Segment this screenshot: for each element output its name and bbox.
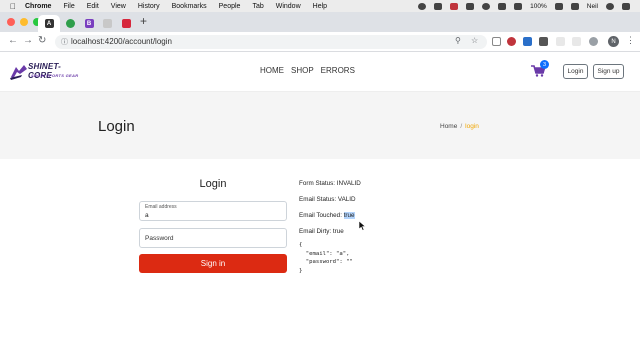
breadcrumb: Home / login [440,123,479,130]
record-icon[interactable] [450,2,459,10]
menu-bookmarks[interactable]: Bookmarks [172,3,207,10]
nav-home[interactable]: HOME [260,66,284,75]
adblock-extension-icon[interactable] [507,37,516,46]
shield-favicon-icon [121,19,131,28]
main-nav-links: HOME SHOP ERRORS [260,66,355,75]
zoom-search-icon[interactable]: ⚲ [455,36,461,45]
logo-tagline: SNOW SPORTS GEAR [31,73,79,78]
breadcrumb-current: login [465,123,479,130]
breadcrumb-home[interactable]: Home [440,123,457,130]
email-touched-row: Email Touched: true [299,212,355,219]
new-tab-icon[interactable]: + [140,14,147,28]
user-name[interactable]: Neil [587,3,598,10]
dropbox-icon[interactable] [434,2,443,10]
cart-count-badge: 3 [540,60,549,69]
breadcrumb-separator: / [460,123,463,130]
battery-icon[interactable] [554,2,563,10]
battery-percent: 100% [530,2,547,10]
macos-menu-bar:  Chrome File Edit View History Bookmark… [0,0,640,12]
tab-4[interactable] [98,15,116,32]
minimize-window-button[interactable] [20,18,28,26]
page-header-band: Login Home / login [0,92,640,159]
page-favicon-icon [102,19,112,28]
window-controls [7,18,41,26]
apple-icon[interactable]:  [10,2,16,11]
extension-blue-icon[interactable] [523,37,532,46]
menu-history[interactable]: History [138,3,160,10]
email-field-value[interactable]: a [145,212,149,219]
bootstrap-favicon-icon: B [84,19,94,28]
forward-icon[interactable]: → [23,35,33,46]
eyedropper-extension-icon[interactable] [539,37,548,46]
tab-angular-app[interactable]: A [38,15,60,32]
menu-app-name[interactable]: Chrome [25,3,51,10]
email-touched-value: true [343,212,355,219]
menu-window[interactable]: Window [276,3,301,10]
menu-edit[interactable]: Edit [87,3,99,10]
email-dirty-text: Email Dirty: true [299,228,344,235]
tab-2[interactable] [61,15,79,32]
time-machine-icon[interactable] [482,2,491,10]
email-status-text: Email Status: VALID [299,196,356,203]
info-icon[interactable]: ⓘ [61,37,68,47]
cloud-icon[interactable] [418,2,427,10]
email-field[interactable]: Email address a [139,201,287,221]
password-field[interactable]: Password [139,228,287,248]
flag-icon[interactable] [570,2,579,10]
password-placeholder: Password [145,235,174,242]
sign-in-button[interactable]: Sign in [139,254,287,273]
login-button[interactable]: Login [563,64,588,79]
menu-tab[interactable]: Tab [252,3,263,10]
menu-status-area: 100% Neil [418,0,630,12]
mouse-pointer-icon [359,221,367,231]
site-navbar: SHINET-CORE SNOW SPORTS GEAR HOME SHOP E… [0,52,640,92]
extension-gray2-icon[interactable] [572,37,581,46]
signup-button[interactable]: Sign up [593,64,624,79]
address-bar[interactable]: ⓘ localhost:4200/account/login ⚲ ☆ [55,35,487,49]
login-form-title: Login [199,178,227,190]
menu-view[interactable]: View [111,3,126,10]
close-window-button[interactable] [7,18,15,26]
tab-5[interactable] [117,15,135,32]
chrome-menu-icon[interactable]: ⋮ [626,35,635,46]
nav-errors[interactable]: ERRORS [321,66,355,75]
form-value-json: { "email": "a", "password": "" } [299,242,353,274]
tab-strip: A B + [0,12,640,32]
green-favicon-icon [65,19,75,28]
profile-avatar[interactable]: N [608,36,619,47]
page-title: Login [98,118,135,135]
display-icon[interactable] [466,2,475,10]
nav-shop[interactable]: SHOP [291,66,314,75]
back-icon[interactable]: ← [8,35,18,46]
email-field-label: Email address [145,204,177,210]
email-touched-label: Email Touched: [299,212,344,219]
bookmark-star-icon[interactable]: ☆ [471,36,478,45]
angular-favicon-icon: A [44,19,54,28]
wifi-icon[interactable] [498,2,507,10]
notification-center-icon[interactable] [622,2,630,10]
reload-icon[interactable]: ↻ [38,35,46,46]
tab-3[interactable]: B [80,15,98,32]
spotlight-icon[interactable] [606,2,614,10]
extension-circle-icon[interactable] [589,37,598,46]
form-status-text: Form Status: INVALID [299,180,361,187]
skier-logo-icon [10,65,27,80]
extension-gray-icon[interactable] [556,37,565,46]
volume-icon[interactable] [514,2,523,10]
menu-file[interactable]: File [63,3,74,10]
site-logo[interactable]: SHINET-CORE SNOW SPORTS GEAR [10,61,82,83]
menu-people[interactable]: People [219,3,241,10]
url-text[interactable]: localhost:4200/account/login [71,37,172,46]
font-extension-icon[interactable] [492,37,501,46]
browser-toolbar: ← → ↻ ⓘ localhost:4200/account/login ⚲ ☆… [0,32,640,52]
menu-help[interactable]: Help [313,3,327,10]
